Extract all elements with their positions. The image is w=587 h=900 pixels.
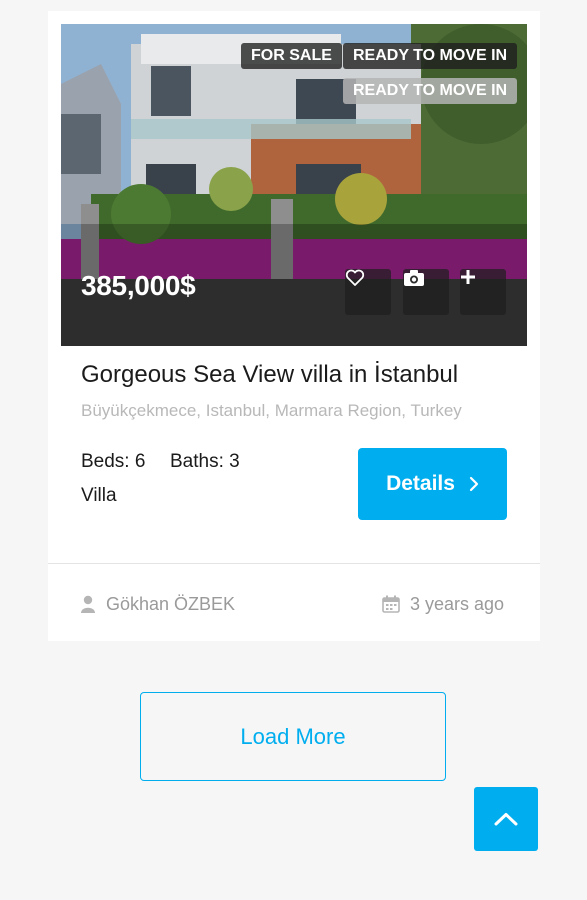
scroll-to-top-button[interactable] xyxy=(474,787,538,851)
posted-date: 3 years ago xyxy=(382,591,504,617)
listing-title[interactable]: Gorgeous Sea View villa in İstanbul xyxy=(81,361,458,389)
load-more-button[interactable]: Load More xyxy=(140,692,446,781)
listing-address: Büyükçekmece, Istanbul, Marmara Region, … xyxy=(81,401,462,420)
chevron-up-icon xyxy=(494,813,518,826)
baths-count: Baths: 3 xyxy=(170,451,240,472)
details-button[interactable]: Details xyxy=(358,448,507,520)
agent-name: Gökhan ÖZBEK xyxy=(106,593,236,614)
beds-count: Beds: 6 xyxy=(81,451,146,472)
agent-info[interactable]: Gökhan ÖZBEK xyxy=(80,591,235,617)
calendar-icon xyxy=(382,595,400,613)
property-card: FOR SALE READY TO MOVE IN READY TO MOVE … xyxy=(48,11,540,641)
compare-button[interactable] xyxy=(460,269,506,315)
heart-icon xyxy=(345,269,365,286)
load-more-label: Load More xyxy=(240,723,346,749)
label-badge: READY TO MOVE IN xyxy=(343,43,518,69)
card-divider xyxy=(48,563,540,564)
user-icon xyxy=(81,595,95,613)
property-photo[interactable]: FOR SALE READY TO MOVE IN READY TO MOVE … xyxy=(61,24,527,346)
property-type: Villa xyxy=(81,485,117,506)
posted-time: 3 years ago xyxy=(410,593,505,614)
photos-button[interactable] xyxy=(403,269,449,315)
listing-price: 385,000$ xyxy=(81,270,196,301)
favorite-button[interactable] xyxy=(345,269,391,315)
camera-icon xyxy=(404,270,424,286)
listing-specs: Beds: 6 Baths: 3 xyxy=(81,451,240,473)
status-badge: FOR SALE xyxy=(241,43,342,69)
plus-icon xyxy=(461,270,475,284)
label-badge-secondary: READY TO MOVE IN xyxy=(343,78,518,104)
details-label: Details xyxy=(386,472,455,495)
chevron-right-icon xyxy=(469,476,479,492)
